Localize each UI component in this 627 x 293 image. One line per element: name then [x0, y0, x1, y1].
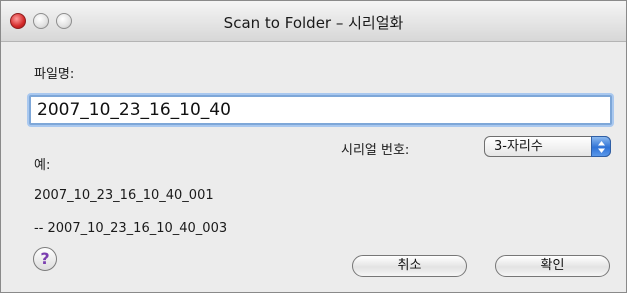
filename-label: 파일명: [34, 67, 75, 82]
up-down-arrows-icon [591, 136, 611, 157]
ok-button[interactable]: 확인 [495, 255, 610, 277]
help-icon[interactable]: ? [33, 247, 57, 271]
filename-input[interactable] [29, 95, 612, 125]
dialog-window: Scan to Folder – 시리얼화 파일명: 시리얼 번호: 3-자리수… [0, 0, 627, 293]
serial-digits-value: 3-자리수 [494, 139, 543, 154]
title-bar[interactable]: Scan to Folder – 시리얼화 [1, 1, 626, 42]
example-first-name: 2007_10_23_16_10_40_001 [34, 188, 214, 203]
example-last-name: -- 2007_10_23_16_10_40_003 [34, 221, 228, 236]
serial-number-label: 시리얼 번호: [341, 143, 410, 158]
window-title: Scan to Folder – 시리얼화 [223, 14, 404, 32]
cancel-button[interactable]: 취소 [352, 255, 467, 277]
serial-digits-select[interactable]: 3-자리수 [484, 136, 611, 157]
example-label: 예: [34, 158, 51, 173]
